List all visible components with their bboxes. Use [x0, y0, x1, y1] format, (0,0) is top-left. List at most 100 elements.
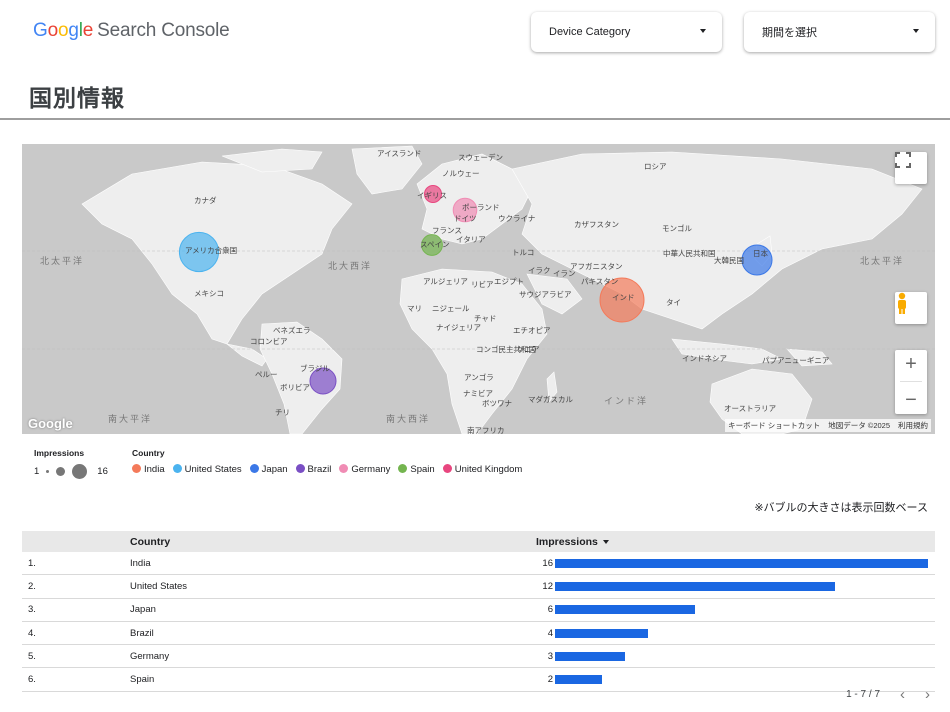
map-country-label: ボツワナ — [482, 399, 512, 408]
map-country-label: インドネシア — [682, 354, 727, 363]
map-data-credit: 地図データ ©2025 — [828, 421, 890, 430]
row-index: 2. — [28, 580, 36, 592]
next-page-button[interactable]: › — [925, 686, 930, 703]
map-country-label: ロシア — [644, 162, 667, 171]
row-country: Brazil — [130, 627, 154, 639]
map-country-label: アルジェリア — [423, 277, 468, 286]
map-country-label: イラク — [528, 266, 551, 275]
row-country: United States — [130, 580, 188, 592]
row-country: Germany — [130, 650, 170, 662]
prev-page-button[interactable]: ‹ — [900, 686, 905, 703]
legend-item-label: United States — [184, 464, 242, 475]
map-country-label: イタリア — [456, 235, 486, 244]
device-category-dropdown[interactable]: Device Category — [531, 12, 722, 52]
map-country-label: ブラジル — [300, 364, 330, 373]
map-country-label: アンゴラ — [464, 373, 494, 382]
country-legend-title: Country — [132, 448, 165, 458]
map-country-label: トルコ — [512, 248, 535, 257]
map-country-label: メキシコ — [194, 289, 224, 298]
legend-item-india[interactable]: India — [132, 464, 165, 475]
legend-item-spain[interactable]: Spain — [398, 464, 435, 475]
legend-item-label: Germany — [351, 464, 391, 475]
ocean-label: 南大西洋 — [386, 414, 431, 424]
legend-item-united-states[interactable]: United States — [172, 464, 242, 475]
impressions-column-header[interactable]: Impressions — [536, 536, 609, 548]
impressions-bar — [555, 558, 928, 568]
map-country-label: アメリカ合衆国 — [185, 246, 238, 255]
table-row[interactable]: 2. United States 12 — [22, 575, 935, 599]
legend-item-germany[interactable]: Germany — [339, 464, 390, 475]
map-country-label: イギリス — [417, 191, 447, 200]
legend-item-label: India — [144, 464, 165, 475]
search-console-logo: Google Search Console — [33, 20, 230, 42]
keyboard-shortcuts-link[interactable]: キーボード ショートカット — [728, 420, 820, 431]
row-impressions: 4 — [547, 627, 553, 639]
impressions-legend: Impressions 1 16 — [34, 448, 108, 479]
ocean-label: 北太平洋 — [860, 256, 905, 266]
map-country-label: 南アフリカ — [467, 426, 505, 434]
map-country-label: オーストラリア — [724, 404, 777, 413]
impressions-bar — [555, 605, 695, 615]
map-country-label: サウジアラビア — [519, 290, 572, 299]
legend-color-dot — [339, 464, 349, 473]
row-country: India — [130, 557, 151, 569]
map-country-label: コロンビア — [250, 337, 288, 346]
pagination-range: 1 - 7 / 7 — [846, 689, 880, 700]
zoom-out-button[interactable]: − — [905, 390, 917, 410]
row-index: 4. — [28, 627, 36, 639]
product-name: Search Console — [97, 20, 230, 41]
dropdown-arrow-icon — [913, 29, 919, 33]
terms-link[interactable]: 利用規約 — [898, 420, 928, 431]
row-impressions: 16 — [542, 557, 553, 569]
legend-item-united-kingdom[interactable]: United Kingdom — [442, 464, 523, 475]
country-legend: Country India United States Japan Brazil Ger… — [132, 448, 522, 475]
bubble-size-note: ※バブルの大きさは表示回数ベース — [754, 502, 928, 514]
map-attribution: キーボード ショートカット 地図データ ©2025 利用規約 — [725, 419, 931, 432]
country-column-header[interactable]: Country — [130, 536, 170, 548]
map-country-label: カナダ — [194, 196, 217, 205]
map-country-label: スペイン — [420, 240, 450, 249]
legend-color-dot — [132, 464, 141, 473]
map-country-label: 大韓民国 — [714, 256, 744, 265]
legend-item-japan[interactable]: Japan — [249, 464, 288, 475]
street-view-pegman-button[interactable] — [895, 292, 927, 324]
map-country-label: ポーランド — [462, 203, 500, 212]
table-row[interactable]: 6. Spain 2 — [22, 668, 935, 692]
zoom-controls: + − — [895, 350, 927, 414]
map-country-label: ノルウェー — [442, 169, 480, 178]
impressions-bar — [555, 651, 625, 661]
map-country-label: ドイツ — [454, 214, 477, 223]
row-index: 5. — [28, 650, 36, 662]
map-country-label: 日本 — [753, 249, 768, 258]
map-country-label: チリ — [275, 408, 290, 417]
period-dropdown[interactable]: 期間を選択 — [744, 12, 935, 52]
legend-color-dot — [398, 464, 408, 473]
legend-item-brazil[interactable]: Brazil — [295, 464, 331, 475]
row-index: 6. — [28, 674, 36, 686]
map-country-label: アイスランド — [377, 149, 422, 158]
impressions-legend-title: Impressions — [34, 448, 85, 458]
row-impressions: 6 — [547, 604, 553, 616]
size-legend-small-dot — [46, 470, 50, 473]
table-row[interactable]: 5. Germany 3 — [22, 645, 935, 669]
row-impressions: 2 — [547, 674, 553, 686]
country-impressions-table: Country Impressions 1. India 16 2. United St… — [22, 531, 935, 692]
fullscreen-button[interactable] — [895, 152, 927, 184]
map-country-label: スウェーデン — [458, 153, 503, 162]
google-logo-text: Google — [33, 20, 94, 41]
ocean-label: 南大平洋 — [108, 414, 153, 424]
table-row[interactable]: 3. Japan 6 — [22, 599, 935, 622]
table-row[interactable]: 1. India 16 — [22, 552, 935, 576]
table-row[interactable]: 4. Brazil 4 — [22, 622, 935, 646]
sort-desc-icon — [602, 539, 609, 544]
map-country-label: ボリビア — [280, 383, 310, 392]
map-country-label: タイ — [666, 298, 681, 307]
impressions-column-label: Impressions — [536, 535, 598, 548]
page-title: 国別情報 — [29, 85, 125, 111]
geo-bubble-map[interactable]: アイスランド スウェーデン ノルウェー ロシア カナダ イギリス ポーランド ドイツ ウクライナ… — [22, 144, 935, 434]
map-country-label: ナイジェリア — [436, 323, 481, 332]
legend-item-label: United Kingdom — [454, 464, 523, 475]
map-country-label: パプアニューギニア — [762, 356, 830, 365]
zoom-in-button[interactable]: + — [905, 354, 917, 374]
size-legend-mid-dot — [56, 467, 66, 476]
